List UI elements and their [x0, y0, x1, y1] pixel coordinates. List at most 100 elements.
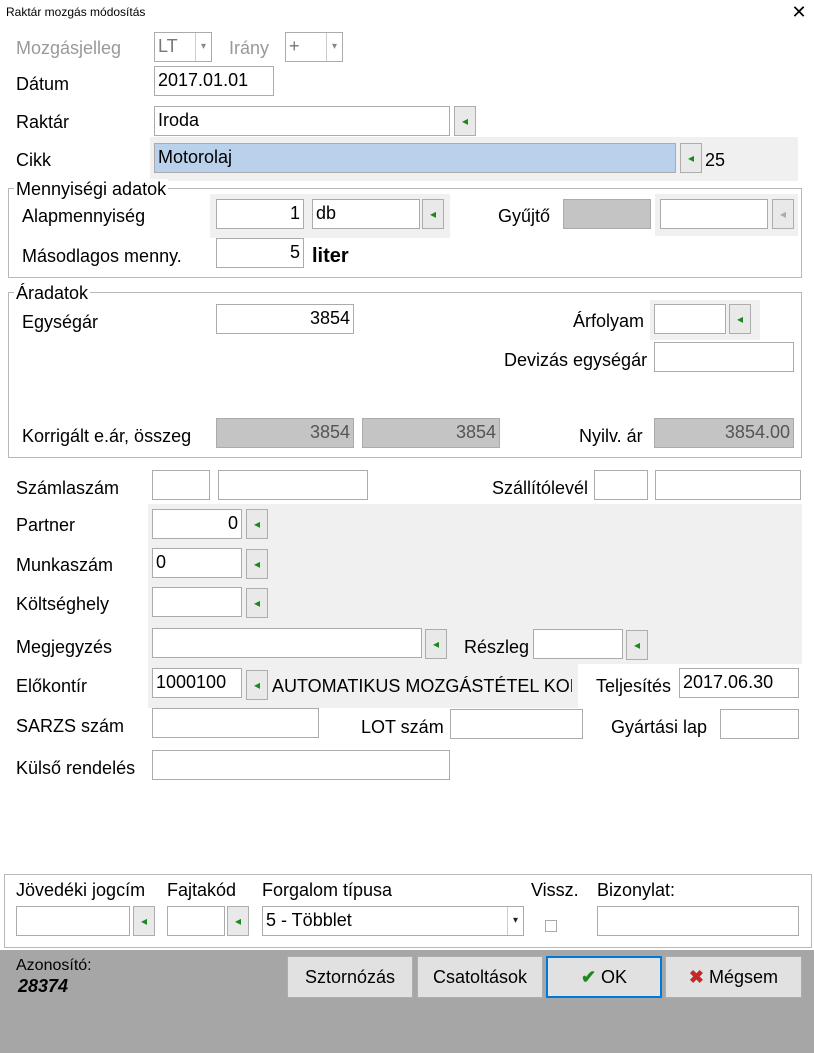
- arrow-left-icon: ◂: [234, 914, 242, 928]
- fajtakod-field[interactable]: [167, 906, 225, 936]
- megsem-button[interactable]: ✖ Mégsem: [665, 956, 802, 998]
- mozgasjelleg-label: Mozgásjelleg: [16, 38, 122, 58]
- jovedeki-label: Jövedéki jogcím: [16, 880, 146, 900]
- szallitolevel-prefix-field[interactable]: [594, 470, 648, 500]
- irany-combo[interactable]: + ▾: [285, 32, 343, 62]
- cikk-pick-button[interactable]: ◂: [680, 143, 702, 173]
- korrigalt-field-2: 3854: [362, 418, 500, 448]
- elokontir-pick-button[interactable]: ◂: [246, 670, 268, 700]
- arrow-left-icon: ◂: [253, 557, 261, 571]
- bizonylat-label: Bizonylat:: [597, 880, 676, 900]
- munkaszam-field[interactable]: 0: [152, 548, 242, 578]
- unit-pick-button[interactable]: ◂: [422, 199, 444, 229]
- cikk-field[interactable]: Motorolaj: [154, 143, 676, 173]
- egysegar-field[interactable]: 3854: [216, 304, 354, 334]
- megjegyzes-pick-button[interactable]: ◂: [425, 629, 447, 659]
- azonosito-label: Azonosító:: [16, 957, 92, 974]
- chevron-down-icon: ▾: [507, 907, 523, 935]
- arfolyam-field[interactable]: [654, 304, 726, 334]
- vissz-label: Vissz.: [531, 880, 579, 900]
- arrow-left-icon: ◂: [736, 312, 744, 326]
- arrow-left-icon: ◂: [461, 114, 469, 128]
- gyujto-label: Gyűjtő: [498, 206, 551, 226]
- arfolyam-pick-button[interactable]: ◂: [729, 304, 751, 334]
- cikk-label: Cikk: [16, 150, 51, 170]
- masod-field[interactable]: 5: [216, 238, 304, 268]
- mennyiseg-legend: Mennyiségi adatok: [14, 179, 169, 200]
- window-title: Raktár mozgás módosítás: [6, 5, 146, 19]
- devizas-field[interactable]: [654, 342, 794, 372]
- elokontir-description: AUTOMATIKUS MOZGÁSTÉTEL KON: [272, 676, 572, 696]
- kulso-field[interactable]: [152, 750, 450, 780]
- reszleg-pick-button[interactable]: ◂: [626, 630, 648, 660]
- reszleg-label: Részleg: [464, 637, 530, 657]
- gyujto-pick-button: ◂: [772, 199, 794, 229]
- szamlaszam-field[interactable]: [218, 470, 368, 500]
- arrow-left-icon: ◂: [779, 207, 787, 221]
- storno-button[interactable]: Sztornózás: [287, 956, 413, 998]
- arrow-left-icon: ◂: [253, 678, 261, 692]
- szamlaszam-label: Számlaszám: [16, 478, 120, 498]
- datum-field[interactable]: 2017.01.01: [154, 66, 274, 96]
- korrigalt-field-1: 3854: [216, 418, 354, 448]
- elokontir-label: Előkontír: [16, 676, 88, 696]
- fajtakod-pick-button[interactable]: ◂: [227, 906, 249, 936]
- irany-value: +: [289, 36, 300, 56]
- megsem-label: Mégsem: [709, 967, 779, 987]
- masod-unit: liter: [312, 245, 349, 267]
- szallitolevel-field[interactable]: [655, 470, 801, 500]
- chevron-down-icon: ▾: [326, 33, 342, 61]
- arrow-left-icon: ◂: [253, 596, 261, 610]
- azonosito-value: 28374: [18, 976, 69, 996]
- forgalom-value: 5 - Többlet: [266, 910, 352, 930]
- unit-field[interactable]: db: [312, 199, 420, 229]
- nyilv-field: 3854.00: [654, 418, 794, 448]
- alap-label: Alapmennyiség: [22, 206, 146, 226]
- koltseghely-field[interactable]: [152, 587, 242, 617]
- ok-label: OK: [601, 967, 628, 987]
- mozgasjelleg-value: LT: [158, 36, 178, 56]
- close-icon[interactable]: ✕: [788, 1, 810, 23]
- forgalom-combo[interactable]: 5 - Többlet ▾: [262, 906, 524, 936]
- megjegyzes-field[interactable]: [152, 628, 422, 658]
- nyilv-label: Nyilv. ár: [579, 426, 643, 446]
- munkaszam-pick-button[interactable]: ◂: [246, 549, 268, 579]
- koltseghely-pick-button[interactable]: ◂: [246, 588, 268, 618]
- alap-field[interactable]: 1: [216, 199, 304, 229]
- partner-label: Partner: [16, 515, 76, 535]
- gyartasi-field[interactable]: [720, 709, 799, 739]
- forgalom-label: Forgalom típusa: [262, 880, 393, 900]
- korrigalt-label: Korrigált e.ár, összeg: [22, 426, 192, 446]
- szallitolevel-label: Szállítólevél: [492, 478, 589, 498]
- teljesites-label: Teljesítés: [596, 676, 672, 696]
- aradatok-legend: Áradatok: [14, 283, 91, 304]
- jovedeki-pick-button[interactable]: ◂: [133, 906, 155, 936]
- sarzs-field[interactable]: [152, 708, 319, 738]
- arfolyam-label: Árfolyam: [573, 311, 645, 331]
- raktar-label: Raktár: [16, 112, 70, 132]
- elokontir-field[interactable]: 1000100: [152, 668, 242, 698]
- partner-field[interactable]: 0: [152, 509, 242, 539]
- teljesites-field[interactable]: 2017.06.30: [679, 668, 799, 698]
- szamlaszam-prefix-field[interactable]: [152, 470, 210, 500]
- datum-label: Dátum: [16, 74, 70, 94]
- reszleg-field[interactable]: [533, 629, 623, 659]
- megjegyzes-label: Megjegyzés: [16, 637, 113, 657]
- gyartasi-label: Gyártási lap: [611, 717, 708, 737]
- bizonylat-field[interactable]: [597, 906, 799, 936]
- csatoltasok-button[interactable]: Csatoltások: [417, 956, 543, 998]
- gyujto-code-field[interactable]: [660, 199, 768, 229]
- cikk-extra: 25: [705, 150, 726, 170]
- ok-button[interactable]: ✔ OK: [546, 956, 662, 998]
- jovedeki-field[interactable]: [16, 906, 130, 936]
- fajtakod-label: Fajtakód: [167, 880, 237, 900]
- mozgasjelleg-combo[interactable]: LT ▾: [154, 32, 212, 62]
- raktar-field[interactable]: Iroda: [154, 106, 450, 136]
- raktar-pick-button[interactable]: ◂: [454, 106, 476, 136]
- vissz-checkbox[interactable]: [545, 920, 557, 932]
- title-bar: Raktár mozgás módosítás ✕: [0, 0, 814, 26]
- partner-pick-button[interactable]: ◂: [246, 509, 268, 539]
- munkaszam-label: Munkaszám: [16, 555, 114, 575]
- lot-field[interactable]: [450, 709, 583, 739]
- chevron-down-icon: ▾: [195, 33, 211, 61]
